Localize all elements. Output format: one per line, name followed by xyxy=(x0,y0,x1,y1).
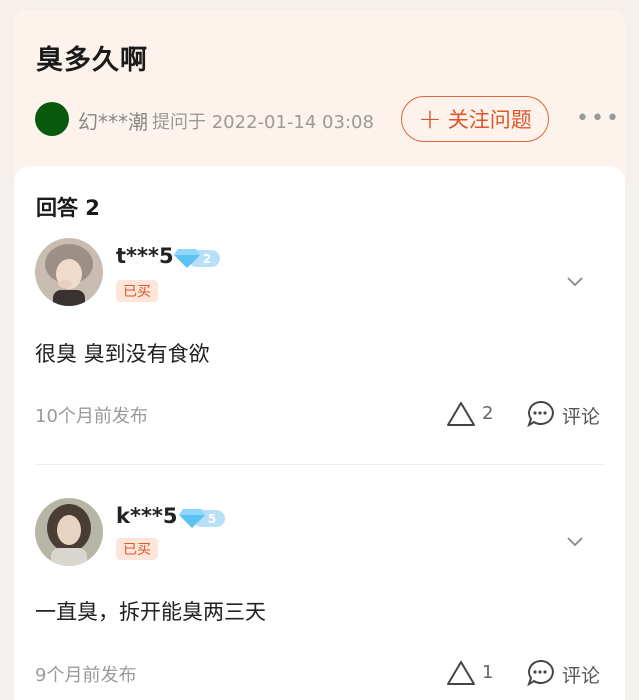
purchased-tag: 已买 xyxy=(116,280,158,302)
like-icon[interactable] xyxy=(446,401,476,427)
answer-username[interactable]: k***5 xyxy=(116,504,178,528)
chevron-down-icon[interactable] xyxy=(566,532,584,550)
question-title: 臭多久啊 xyxy=(36,45,148,76)
posted-time: 9个月前发布 xyxy=(35,665,137,686)
level-badge: 5 xyxy=(179,507,225,529)
diamond-icon xyxy=(179,509,205,528)
answers-count-title: 回答 2 xyxy=(36,196,100,220)
avatar-image xyxy=(35,238,103,306)
follow-question-button[interactable]: + 关注问题 xyxy=(401,96,549,142)
plus-icon: + xyxy=(418,102,442,135)
comment-icon[interactable] xyxy=(526,400,554,428)
answer-username[interactable]: t***5 xyxy=(116,244,174,268)
like-count: 1 xyxy=(482,662,494,683)
more-options-icon[interactable]: ••• xyxy=(576,106,621,131)
asker-name[interactable]: 幻***潮 xyxy=(78,106,148,135)
follow-question-label: 关注问题 xyxy=(447,108,532,132)
answer-text: 很臭 臭到没有食欲 xyxy=(35,342,210,366)
asked-time: 提问于 2022-01-14 03:08 xyxy=(152,112,374,133)
avatar[interactable] xyxy=(35,498,103,566)
chevron-down-icon[interactable] xyxy=(566,272,584,290)
like-icon[interactable] xyxy=(446,660,476,686)
level-badge: 2 xyxy=(174,247,220,269)
avatar[interactable] xyxy=(35,238,103,306)
posted-time: 10个月前发布 xyxy=(35,406,148,427)
diamond-icon xyxy=(174,249,200,268)
avatar-image xyxy=(35,498,103,566)
answer-text: 一直臭，拆开能臭两三天 xyxy=(35,600,266,624)
comment-button[interactable]: 评论 xyxy=(562,661,600,688)
asker-avatar[interactable] xyxy=(35,102,69,136)
question-header: 臭多久啊 幻***潮 提问于 2022-01-14 03:08 + 关注问题 •… xyxy=(14,10,625,180)
comment-button[interactable]: 评论 xyxy=(562,402,600,429)
comment-icon[interactable] xyxy=(526,659,554,687)
divider xyxy=(35,464,605,465)
answers-card: 回答 2 t***5 2 已买 很臭 臭到没有食欲 10个月前发布 2 评论 k… xyxy=(14,166,625,700)
purchased-tag: 已买 xyxy=(116,538,158,560)
like-count: 2 xyxy=(482,403,494,424)
